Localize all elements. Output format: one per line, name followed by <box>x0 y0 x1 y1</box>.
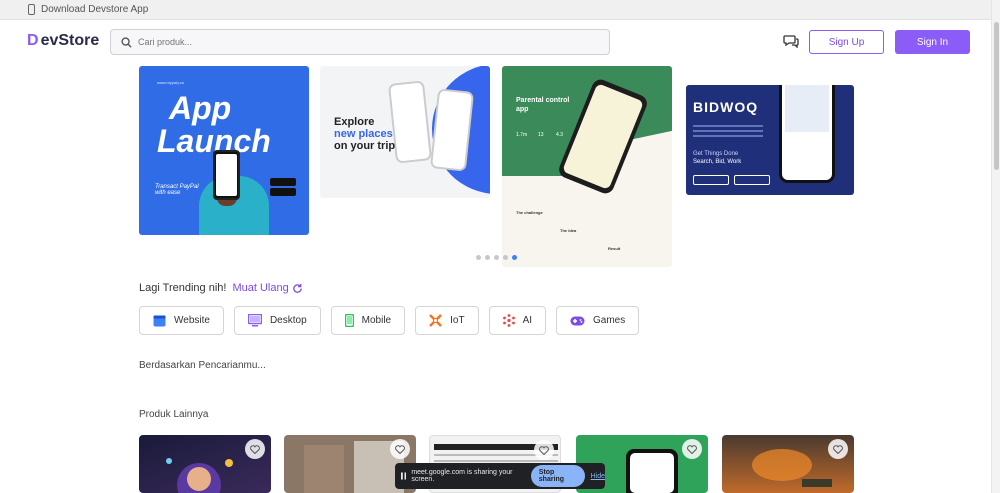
banner-headline-line: on your trip <box>334 140 396 152</box>
header: D evStore Sign Up Sign In <box>0 21 1000 63</box>
banner-headline-line: new places <box>334 128 393 140</box>
category-ai[interactable]: AI <box>488 306 547 335</box>
challenge-label: The challenge <box>516 210 543 215</box>
banner-tagline: Search, Bid, Work <box>693 159 742 165</box>
text-line <box>693 135 763 137</box>
heart-icon[interactable] <box>250 444 260 454</box>
banner-app-launch[interactable]: www.mypaly.co App Launch Transact PayPal… <box>139 66 309 235</box>
banner-parental-control[interactable]: Parental control app 1.7m 13 4.3 The cha… <box>502 66 672 267</box>
banner-site: www.mypaly.co <box>157 80 185 85</box>
hide-button[interactable]: Hide <box>591 473 605 480</box>
screen-share-message: meet.google.com is sharing your screen. <box>411 469 513 483</box>
stat-value: 1.7m <box>516 132 528 138</box>
banner-bidwoq[interactable]: BIDWOQ Get Things Done Search, Bid, Work <box>686 85 854 195</box>
heart-icon[interactable] <box>833 444 843 454</box>
carousel-dot[interactable] <box>485 255 490 260</box>
reload-label[interactable]: Muat Ulang <box>232 282 288 294</box>
reload-button[interactable]: Muat Ulang <box>232 282 302 294</box>
category-iot[interactable]: IoT <box>415 306 479 335</box>
stop-sharing-button[interactable]: Stop sharing <box>530 465 585 487</box>
screen-share-bar: meet.google.com is sharing your screen. … <box>395 463 605 489</box>
category-label: Website <box>174 315 210 326</box>
result-label: Result <box>608 246 621 251</box>
phone-icon <box>28 4 35 15</box>
favorite-button[interactable] <box>828 439 848 459</box>
category-label: Games <box>593 315 626 326</box>
idea-label: The idea <box>560 228 577 233</box>
heart-icon[interactable] <box>539 445 549 455</box>
category-website[interactable]: Website <box>139 306 224 335</box>
banner-headline: App Launch <box>157 92 271 158</box>
illustration-phone <box>213 150 240 200</box>
banner-headline-line: App <box>169 90 232 126</box>
category-label: AI <box>522 315 533 326</box>
text-line <box>693 125 763 127</box>
stat-value: 4.3 <box>556 132 563 138</box>
favorite-button[interactable] <box>682 439 702 459</box>
scrollbar-thumb[interactable] <box>994 22 999 170</box>
banner-headline-line: Explore <box>334 116 375 128</box>
trending-header: Lagi Trending nih! Muat Ulang <box>139 282 303 294</box>
search-based-heading: Berdasarkan Pencarianmu... <box>139 360 266 371</box>
carousel-dots <box>476 255 517 260</box>
illustration-phone <box>779 85 835 183</box>
banner-tagline: Transact PayPal with ease <box>155 184 199 196</box>
app-store-badge <box>693 175 729 185</box>
text-line <box>693 130 763 132</box>
category-list: Website Desktop Mobile IoT AI Games <box>139 306 649 335</box>
search-box[interactable] <box>110 29 610 55</box>
heart-icon[interactable] <box>395 444 405 454</box>
logo-text: evStore <box>40 32 100 49</box>
carousel-dot[interactable] <box>494 255 499 260</box>
category-games[interactable]: Games <box>556 306 640 335</box>
search-icon <box>121 36 132 48</box>
pause-icon <box>401 472 407 480</box>
banner-tagline: Get Things Done <box>693 151 739 157</box>
ai-icon <box>502 314 515 327</box>
download-app-bar[interactable]: Download Devstore App <box>0 0 1000 20</box>
carousel-dot[interactable] <box>503 255 508 260</box>
category-mobile[interactable]: Mobile <box>330 306 406 335</box>
banner-title: Parental control app <box>516 97 570 113</box>
mobile-icon <box>344 314 354 327</box>
stat-value: 13 <box>538 132 544 138</box>
app-store-badge <box>270 178 296 186</box>
desktop-icon <box>247 314 262 327</box>
scrollbar[interactable] <box>991 0 1000 493</box>
category-label: Mobile <box>361 315 392 326</box>
search-input[interactable] <box>138 37 538 47</box>
iot-icon <box>429 314 442 327</box>
google-play-badge <box>734 175 770 185</box>
product-card[interactable] <box>139 435 271 493</box>
category-label: Desktop <box>269 315 307 326</box>
reload-icon[interactable] <box>292 283 303 294</box>
sign-in-button[interactable]: Sign In <box>895 30 970 54</box>
google-play-badge <box>270 188 296 196</box>
category-desktop[interactable]: Desktop <box>233 306 321 335</box>
category-label: IoT <box>450 315 465 326</box>
carousel-dot-active[interactable] <box>512 255 517 260</box>
logo-mark: D <box>27 32 39 49</box>
website-icon <box>153 315 166 327</box>
product-card[interactable] <box>722 435 854 493</box>
favorite-button[interactable] <box>390 439 410 459</box>
banner-headline: Explore new places on your trip <box>334 116 395 152</box>
chat-icon[interactable] <box>783 34 799 48</box>
trending-label: Lagi Trending nih! <box>139 282 227 294</box>
bidwoq-logo: BIDWOQ <box>693 99 759 115</box>
carousel-dot[interactable] <box>476 255 481 260</box>
banner-travel-app[interactable]: Explore new places on your trip <box>320 66 490 198</box>
sign-up-button[interactable]: Sign Up <box>809 30 884 54</box>
other-products-heading: Produk Lainnya <box>139 409 209 420</box>
favorite-button[interactable] <box>245 439 265 459</box>
heart-icon[interactable] <box>687 444 697 454</box>
download-app-label[interactable]: Download Devstore App <box>41 4 148 15</box>
games-icon <box>570 316 585 326</box>
logo[interactable]: D evStore <box>27 32 99 50</box>
favorite-button[interactable] <box>534 440 554 460</box>
